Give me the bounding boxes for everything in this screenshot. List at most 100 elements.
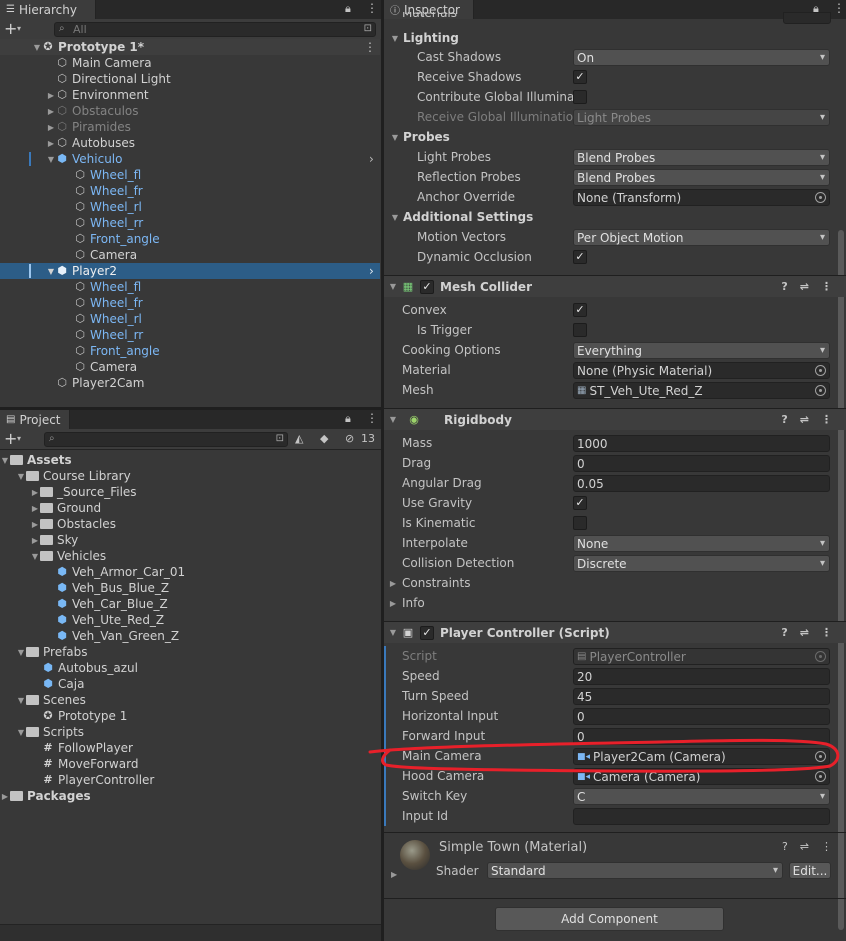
player-controller-enabled-checkbox[interactable]: ✓ xyxy=(420,625,434,640)
more-menu-icon[interactable]: ⋮ xyxy=(366,1,378,15)
list-item[interactable]: ⬡ Camera xyxy=(0,359,380,375)
turn-speed-input[interactable]: 45 xyxy=(573,688,830,705)
list-item-selected[interactable]: ▼ ⬢ Player2 › xyxy=(0,263,380,279)
list-item[interactable]: ⬢ Caja xyxy=(0,676,380,692)
list-item[interactable]: ▶ Packages xyxy=(0,788,380,804)
lighting-section[interactable]: ▼ Lighting xyxy=(386,28,846,48)
list-item[interactable]: ▶ _Source_Files xyxy=(0,484,380,500)
switch-key-dropdown[interactable]: C xyxy=(573,788,830,805)
list-item[interactable]: ⬢ Veh_Car_Blue_Z xyxy=(0,596,380,612)
list-item[interactable]: ▶ ⬡ Autobuses xyxy=(0,135,380,151)
list-item[interactable]: ▶ ⬡ Environment xyxy=(0,87,380,103)
list-item[interactable]: ▼ Prefabs xyxy=(0,644,380,660)
hidden-eye-icon[interactable]: ⊘ xyxy=(345,432,354,445)
help-icon[interactable]: ? xyxy=(781,280,787,293)
additional-settings-section[interactable]: ▼ Additional Settings xyxy=(386,207,846,227)
list-item[interactable]: # PlayerController xyxy=(0,772,380,788)
mass-input[interactable]: 1000 xyxy=(573,435,830,452)
scene-menu-icon[interactable]: ⋮ xyxy=(364,40,376,54)
list-item[interactable]: ⬢ Autobus_azul xyxy=(0,660,380,676)
project-search-input[interactable]: ⌕ ⊡ xyxy=(44,432,288,447)
expand-arrow-icon[interactable]: ▶ xyxy=(46,123,56,132)
list-item[interactable]: ▶ Ground xyxy=(0,500,380,516)
expand-arrow-icon[interactable]: ▶ xyxy=(46,139,56,148)
label-tag-icon[interactable]: ◆ xyxy=(320,432,328,445)
list-item[interactable]: ⬢ Veh_Bus_Blue_Z xyxy=(0,580,380,596)
motion-vectors-dropdown[interactable]: Per Object Motion xyxy=(573,229,830,246)
collapse-arrow-icon[interactable]: ▼ xyxy=(46,267,56,276)
light-probes-dropdown[interactable]: Blend Probes xyxy=(573,149,830,166)
dynamic-occlusion-checkbox[interactable]: ✓ xyxy=(573,250,587,264)
is-kinematic-checkbox[interactable] xyxy=(573,516,587,530)
is-trigger-checkbox[interactable] xyxy=(573,323,587,337)
hierarchy-search-input[interactable]: ⌕ All ⊡ xyxy=(54,22,376,37)
receive-shadows-checkbox[interactable]: ✓ xyxy=(573,70,587,84)
list-item[interactable]: ⬡ Camera xyxy=(0,247,380,263)
list-item[interactable]: ⬡ Directional Light xyxy=(0,71,380,87)
list-item[interactable]: # FollowPlayer xyxy=(0,740,380,756)
list-item[interactable]: ⬡ Front_angle xyxy=(0,231,380,247)
list-item[interactable]: ▼ Vehicles xyxy=(0,548,380,564)
more-menu-icon[interactable]: ⋮ xyxy=(366,411,378,425)
list-item[interactable]: ▶ ⬡ Obstaculos xyxy=(0,103,380,119)
scene-row[interactable]: ▼ ✪ Prototype 1* ⋮ xyxy=(0,39,380,55)
contribute-gi-checkbox[interactable] xyxy=(573,90,587,104)
add-icon[interactable]: + xyxy=(4,429,17,448)
preset-icon[interactable]: ⇌ xyxy=(800,413,809,426)
physic-material-field[interactable]: None (Physic Material) xyxy=(573,362,830,379)
list-item[interactable]: ▶ Sky xyxy=(0,532,380,548)
lock-icon[interactable]: 🔒︎ xyxy=(345,2,351,16)
list-item[interactable]: ⬡ Wheel_fr xyxy=(0,295,380,311)
rigidbody-header[interactable]: ▼ ◉ Rigidbody ? ⇌ ⋮ xyxy=(384,408,846,430)
project-tab[interactable]: ▤ Project xyxy=(0,410,70,429)
list-item[interactable]: ▼ ⬢ Vehiculo › xyxy=(0,151,380,167)
filter-icon[interactable]: ⊡ xyxy=(276,433,284,444)
convex-checkbox[interactable]: ✓ xyxy=(573,303,587,317)
reflection-probes-dropdown[interactable]: Blend Probes xyxy=(573,169,830,186)
preset-icon[interactable]: ⇌ xyxy=(800,280,809,293)
component-menu-icon[interactable]: ⋮ xyxy=(821,413,832,426)
list-item[interactable]: ⬡ Front_angle xyxy=(0,343,380,359)
expand-arrow-icon[interactable]: ▶ xyxy=(46,107,56,116)
list-item[interactable]: ⬡ Wheel_fl xyxy=(0,279,380,295)
list-item[interactable]: ⬡ Wheel_rl xyxy=(0,311,380,327)
list-item[interactable]: ⬡ Wheel_rr xyxy=(0,327,380,343)
interpolate-dropdown[interactable]: None xyxy=(573,535,830,552)
list-item[interactable]: ▼ Scripts xyxy=(0,724,380,740)
edit-shader-button[interactable]: Edit... xyxy=(789,862,831,879)
list-item[interactable]: ▶ ⬡ Piramides xyxy=(0,119,380,135)
preset-icon[interactable]: ⇌ xyxy=(800,840,809,853)
expand-arrow-icon[interactable]: ▶ xyxy=(391,870,397,879)
hierarchy-tab[interactable]: ☰ Hierarchy xyxy=(0,0,96,19)
component-menu-icon[interactable]: ⋮ xyxy=(821,626,832,639)
collision-detection-dropdown[interactable]: Discrete xyxy=(573,555,830,572)
preset-icon[interactable]: ⇌ xyxy=(800,626,809,639)
list-item[interactable]: ⬢ Veh_Ute_Red_Z xyxy=(0,612,380,628)
add-component-button[interactable]: Add Component xyxy=(495,907,724,931)
list-item[interactable]: ▼ Assets xyxy=(0,452,380,468)
filter-type-icon[interactable]: ◭ xyxy=(295,432,303,445)
chevron-down-icon[interactable]: ▾ xyxy=(17,434,21,443)
list-item[interactable]: ⬢ Veh_Armor_Car_01 xyxy=(0,564,380,580)
list-item[interactable]: ▼ Course Library xyxy=(0,468,380,484)
shader-dropdown[interactable]: Standard xyxy=(487,862,783,879)
more-menu-icon[interactable]: ⋮ xyxy=(833,1,845,15)
help-icon[interactable]: ? xyxy=(781,413,787,426)
chevron-down-icon[interactable]: ▾ xyxy=(17,24,21,33)
use-gravity-checkbox[interactable]: ✓ xyxy=(573,496,587,510)
constraints-foldout[interactable]: ▶ Constraints xyxy=(386,573,846,593)
list-item[interactable]: ⬡ Wheel_fr xyxy=(0,183,380,199)
info-foldout[interactable]: ▶ Info xyxy=(386,593,846,613)
drag-input[interactable]: 0 xyxy=(573,455,830,472)
speed-input[interactable]: 20 xyxy=(573,668,830,685)
list-item[interactable]: ⬢ Veh_Van_Green_Z xyxy=(0,628,380,644)
list-item[interactable]: ⬡ Wheel_rl xyxy=(0,199,380,215)
list-item[interactable]: ⬡ Main Camera xyxy=(0,55,380,71)
probes-section[interactable]: ▼ Probes xyxy=(386,127,846,147)
mesh-collider-enabled-checkbox[interactable]: ✓ xyxy=(420,279,434,294)
component-menu-icon[interactable]: ⋮ xyxy=(821,840,832,853)
angular-drag-input[interactable]: 0.05 xyxy=(573,475,830,492)
help-icon[interactable]: ? xyxy=(782,840,788,853)
filter-icon[interactable]: ⊡ xyxy=(364,23,372,34)
list-item[interactable]: ⬡ Wheel_rr xyxy=(0,215,380,231)
